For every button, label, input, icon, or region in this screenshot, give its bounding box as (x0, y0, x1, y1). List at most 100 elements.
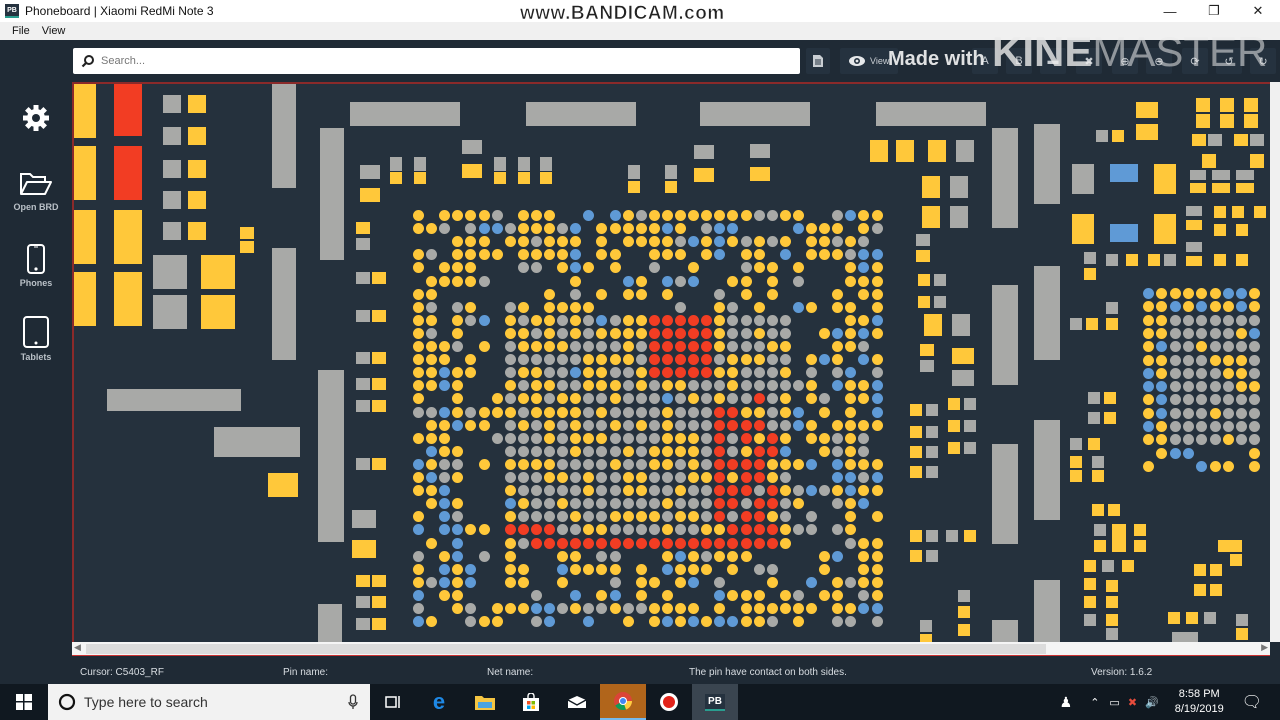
bga-pin[interactable] (858, 589, 870, 601)
bga-pin[interactable] (530, 367, 542, 379)
bga-pin[interactable] (517, 301, 529, 313)
bga-pin[interactable] (648, 445, 660, 457)
bga-pin[interactable] (1236, 367, 1248, 379)
bga-pin[interactable] (452, 210, 464, 221)
bga-pin[interactable] (609, 537, 621, 549)
component-pad[interactable] (188, 95, 206, 113)
bga-pin[interactable] (675, 458, 686, 470)
bga-pin[interactable] (714, 406, 726, 418)
component-pad[interactable] (107, 389, 241, 411)
bga-pin[interactable] (871, 393, 883, 405)
bga-pin[interactable] (557, 406, 569, 418)
bga-pin[interactable] (1222, 367, 1234, 379)
bga-pin[interactable] (871, 616, 883, 628)
component-pad[interactable] (356, 618, 370, 630)
bga-pin[interactable] (439, 223, 451, 235)
bga-pin[interactable] (753, 262, 765, 274)
component-pad[interactable] (372, 378, 386, 390)
bga-pin[interactable] (452, 589, 464, 601)
bga-pin[interactable] (465, 275, 477, 287)
bga-pin[interactable] (714, 301, 726, 313)
bga-pin[interactable] (622, 354, 634, 366)
component-pad[interactable] (1088, 412, 1100, 424)
bga-pin[interactable] (1156, 301, 1168, 313)
bga-pin[interactable] (439, 589, 451, 601)
bga-pin[interactable] (517, 511, 529, 523)
bga-pin[interactable] (596, 603, 608, 614)
bga-pin[interactable] (557, 537, 569, 549)
bga-pin[interactable] (413, 563, 424, 575)
component-pad[interactable] (1194, 564, 1206, 576)
bga-pin[interactable] (701, 537, 713, 549)
component-pad[interactable] (114, 84, 142, 136)
bga-pin[interactable] (714, 210, 726, 221)
bga-pin[interactable] (452, 603, 464, 614)
bga-pin[interactable] (465, 563, 477, 575)
bga-pin[interactable] (1236, 314, 1248, 326)
bga-pin[interactable] (1156, 314, 1168, 326)
bga-pin[interactable] (544, 485, 555, 497)
component-pad[interactable] (372, 352, 386, 364)
bga-pin[interactable] (675, 380, 686, 392)
bga-pin[interactable] (622, 537, 634, 549)
mail-button[interactable] (554, 684, 600, 720)
bga-pin[interactable] (871, 262, 883, 274)
bga-pin[interactable] (1249, 288, 1261, 299)
bga-pin[interactable] (439, 419, 451, 431)
sidebar-item-open-brd[interactable]: Open BRD (0, 170, 72, 212)
bga-pin[interactable] (858, 603, 870, 614)
component-pad[interactable] (356, 272, 370, 284)
bga-pin[interactable] (465, 524, 477, 536)
bga-pin[interactable] (517, 472, 529, 483)
bga-pin[interactable] (779, 524, 791, 536)
bga-pin[interactable] (688, 393, 700, 405)
bga-pin[interactable] (675, 563, 686, 575)
component-pad[interactable] (1110, 164, 1138, 182)
bga-pin[interactable] (688, 458, 700, 470)
bga-pin[interactable] (819, 223, 831, 235)
bga-pin[interactable] (871, 419, 883, 431)
bga-pin[interactable] (832, 223, 844, 235)
bga-pin[interactable] (675, 616, 686, 628)
bga-pin[interactable] (426, 616, 438, 628)
bga-pin[interactable] (504, 406, 516, 418)
bga-pin[interactable] (596, 458, 608, 470)
component-pad[interactable] (1172, 632, 1198, 642)
bga-pin[interactable] (426, 249, 438, 261)
bga-pin[interactable] (661, 472, 673, 483)
bga-pin[interactable] (1169, 341, 1181, 353)
bga-pin[interactable] (635, 354, 647, 366)
bga-pin[interactable] (858, 223, 870, 235)
bga-pin[interactable] (871, 406, 883, 418)
bga-pin[interactable] (1169, 381, 1181, 393)
bga-pin[interactable] (544, 327, 555, 339)
bga-pin[interactable] (661, 511, 673, 523)
bga-pin[interactable] (504, 485, 516, 497)
bga-pin[interactable] (806, 524, 817, 536)
component-pad[interactable] (356, 596, 370, 608)
bga-pin[interactable] (740, 314, 752, 326)
bga-pin[interactable] (1169, 327, 1181, 339)
bga-pin[interactable] (517, 445, 529, 457)
bga-pin[interactable] (858, 341, 870, 352)
bga-pin[interactable] (635, 511, 647, 523)
bga-pin[interactable] (727, 327, 739, 339)
bga-pin[interactable] (583, 341, 595, 352)
bga-pin[interactable] (1169, 288, 1181, 299)
component-pad[interactable] (694, 168, 714, 182)
chrome-button[interactable] (600, 684, 646, 720)
bga-pin[interactable] (714, 432, 726, 444)
bga-pin[interactable] (727, 589, 739, 601)
bga-pin[interactable] (648, 472, 660, 483)
bga-pin[interactable] (871, 380, 883, 392)
component-pad[interactable] (1134, 524, 1146, 536)
bga-pin[interactable] (622, 432, 634, 444)
bga-pin[interactable] (413, 472, 424, 483)
bga-pin[interactable] (714, 537, 726, 549)
bga-pin[interactable] (766, 210, 778, 221)
menu-view[interactable]: View (36, 25, 72, 37)
bga-pin[interactable] (504, 511, 516, 523)
component-pad[interactable] (952, 314, 970, 336)
bga-pin[interactable] (517, 498, 529, 510)
component-pad[interactable] (1168, 612, 1180, 624)
